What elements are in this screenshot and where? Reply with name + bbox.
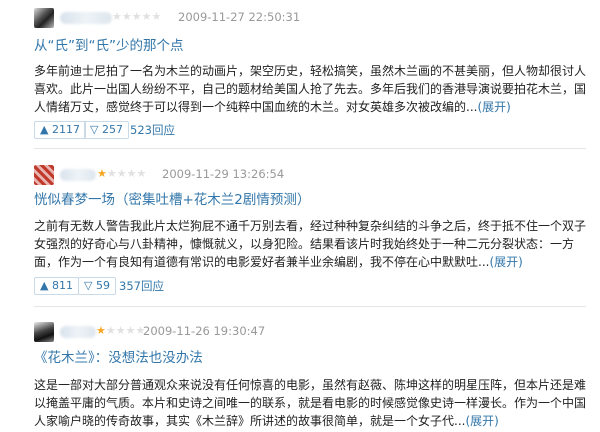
username-blurred[interactable] — [60, 326, 96, 338]
review-title[interactable]: 从“氏”到“氏”少的那个点 — [34, 38, 183, 54]
rating-stars: ★★★★★ — [96, 324, 146, 337]
useless-count: 59 — [95, 279, 110, 292]
thumb-down-icon: ▽ — [84, 279, 93, 292]
useful-count: 811 — [51, 279, 73, 292]
avatar[interactable] — [34, 322, 54, 342]
review-time: 2009-11-29 13:26:54 — [162, 167, 285, 181]
thumb-up-icon: ▲ — [40, 123, 49, 136]
review-title[interactable]: 恍似春梦一场（密集吐槽+花木兰2剧情预测） — [34, 192, 310, 208]
expand-link[interactable]: (展开) — [465, 414, 498, 428]
useless-button[interactable]: ▽ 257 — [84, 121, 129, 139]
reply-link[interactable]: 523回应 — [130, 122, 175, 138]
useless-button[interactable]: ▽ 59 — [78, 277, 116, 295]
rating-stars: ★★★★★ — [97, 167, 147, 180]
avatar[interactable] — [34, 8, 54, 28]
divider — [34, 148, 586, 149]
divider — [34, 306, 586, 307]
expand-link[interactable]: (展开) — [477, 100, 510, 114]
username-blurred[interactable] — [60, 12, 112, 24]
review-time: 2009-11-27 22:50:31 — [178, 10, 301, 24]
review-excerpt: 这是一部对大部分普通观众来说没有任何惊喜的电影，虽然有赵薇、陈坤这样的明星压阵，… — [34, 376, 586, 430]
review-excerpt: 之前有无数人警告我此片太烂狗屁不通千万别去看，经过种种复杂纠结的斗争之后，终于抵… — [34, 217, 586, 271]
useful-button[interactable]: ▲ 811 — [34, 277, 79, 295]
username-blurred[interactable] — [60, 169, 96, 181]
expand-link[interactable]: (展开) — [489, 255, 522, 269]
review-excerpt-text: 这是一部对大部分普通观众来说没有任何惊喜的电影，虽然有赵薇、陈坤这样的明星压阵，… — [34, 378, 587, 428]
review-title[interactable]: 《花木兰》：没想法也没办法 — [34, 350, 203, 366]
avatar[interactable] — [34, 165, 54, 185]
useful-button[interactable]: ▲ 2117 — [34, 121, 86, 139]
review-time: 2009-11-26 19:30:47 — [143, 324, 266, 338]
thumb-up-icon: ▲ — [40, 279, 49, 292]
useless-count: 257 — [101, 123, 123, 136]
thumb-down-icon: ▽ — [90, 123, 99, 136]
useful-count: 2117 — [51, 123, 80, 136]
review-excerpt: 多年前迪士尼拍了一名为木兰的动画片，架空历史，轻松搞笑，虽然木兰画的不甚美丽，但… — [34, 62, 586, 116]
rating-stars: ★★★★★ — [112, 10, 162, 23]
reply-link[interactable]: 357回应 — [119, 278, 164, 294]
